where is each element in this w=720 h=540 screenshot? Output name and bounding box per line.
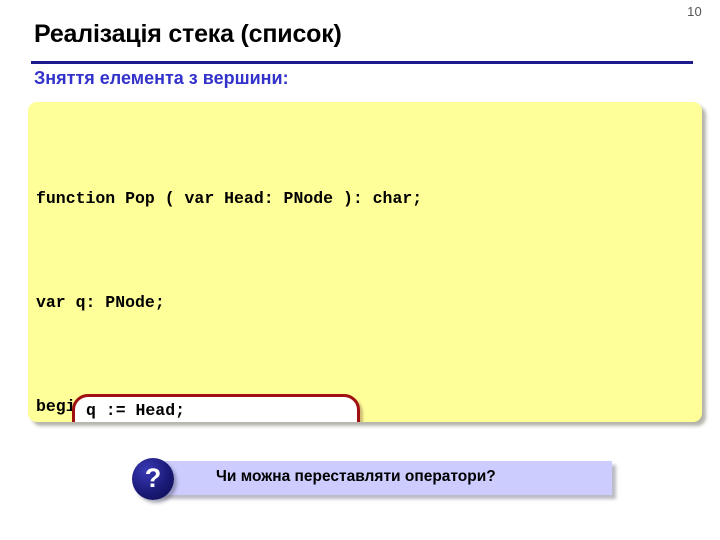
slide-root: 10 Реалізація стека (список) Зняття елем… (0, 0, 720, 540)
title-divider (31, 61, 693, 64)
code-line: function Pop ( var Head: PNode ): char; (28, 186, 702, 212)
question-mark-icon: ? (132, 458, 174, 500)
callout-text: q := Head; Head := Head^.next; Dispose(q… (86, 398, 274, 422)
code-listing: function Pop ( var Head: PNode ): char; … (28, 108, 702, 422)
question-banner: Чи можна переставляти оператори? ? (132, 458, 612, 500)
question-bar: Чи можна переставляти оператори? (154, 461, 612, 495)
question-text: Чи можна переставляти оператори? (216, 468, 496, 485)
question-mark-glyph: ? (144, 463, 162, 493)
code-text: function Pop ( var Head: PNode ): char; (36, 189, 423, 208)
code-line: var q: PNode; (28, 290, 702, 316)
highlight-callout: q := Head; Head := Head^.next; Dispose(q… (72, 394, 360, 422)
slide-subtitle: Зняття елемента з вершини: (34, 68, 289, 88)
page-number: 10 (687, 4, 702, 19)
callout-line: q := Head; (86, 401, 186, 420)
page-title: Реалізація стека (список) (34, 20, 342, 48)
code-text: var q: PNode; (36, 293, 165, 312)
code-panel: function Pop ( var Head: PNode ): char; … (28, 102, 702, 422)
